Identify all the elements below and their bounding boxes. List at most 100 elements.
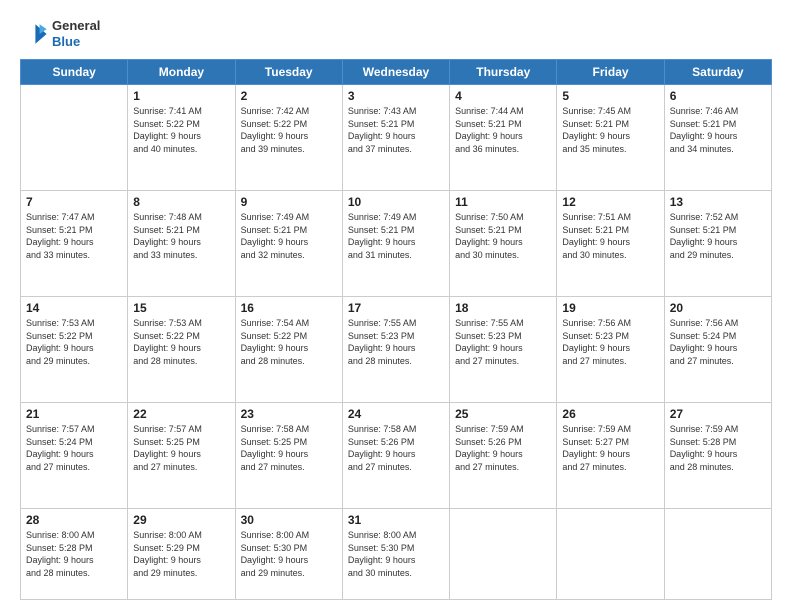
calendar-cell: 25 Sunrise: 7:59 AM Sunset: 5:26 PM Dayli… xyxy=(450,403,557,509)
calendar-week-4: 21 Sunrise: 7:57 AM Sunset: 5:24 PM Dayli… xyxy=(21,403,772,509)
day-info: Sunrise: 8:00 AM Sunset: 5:30 PM Dayligh… xyxy=(241,529,337,579)
day-number: 4 xyxy=(455,89,551,103)
day-info: Sunrise: 7:45 AM Sunset: 5:21 PM Dayligh… xyxy=(562,105,658,155)
calendar-body: 1Sunrise: 7:41 AM Sunset: 5:22 PM Daylig… xyxy=(21,85,772,600)
calendar-cell: 10 Sunrise: 7:49 AM Sunset: 5:21 PM Dayli… xyxy=(342,191,449,297)
calendar-cell: 22 Sunrise: 7:57 AM Sunset: 5:25 PM Dayli… xyxy=(128,403,235,509)
day-info: Sunrise: 7:53 AM Sunset: 5:22 PM Dayligh… xyxy=(26,317,122,367)
day-number: 26 xyxy=(562,407,658,421)
day-info: Sunrise: 7:59 AM Sunset: 5:26 PM Dayligh… xyxy=(455,423,551,473)
calendar-cell: 13 Sunrise: 7:52 AM Sunset: 5:21 PM Dayli… xyxy=(664,191,771,297)
day-number: 13 xyxy=(670,195,766,209)
day-info: Sunrise: 7:59 AM Sunset: 5:28 PM Dayligh… xyxy=(670,423,766,473)
day-info: Sunrise: 7:55 AM Sunset: 5:23 PM Dayligh… xyxy=(348,317,444,367)
calendar-cell: 26 Sunrise: 7:59 AM Sunset: 5:27 PM Dayli… xyxy=(557,403,664,509)
day-number: 17 xyxy=(348,301,444,315)
day-number: 6 xyxy=(670,89,766,103)
day-number: 8 xyxy=(133,195,229,209)
calendar-cell: 2Sunrise: 7:42 AM Sunset: 5:22 PM Daylig… xyxy=(235,85,342,191)
day-number: 25 xyxy=(455,407,551,421)
calendar-cell: 23 Sunrise: 7:58 AM Sunset: 5:25 PM Dayli… xyxy=(235,403,342,509)
day-info: Sunrise: 8:00 AM Sunset: 5:29 PM Dayligh… xyxy=(133,529,229,579)
calendar-cell: 27Sunrise: 7:59 AM Sunset: 5:28 PM Dayli… xyxy=(664,403,771,509)
calendar-cell: 24 Sunrise: 7:58 AM Sunset: 5:26 PM Dayli… xyxy=(342,403,449,509)
day-info: Sunrise: 7:42 AM Sunset: 5:22 PM Dayligh… xyxy=(241,105,337,155)
day-number: 29 xyxy=(133,513,229,527)
day-number: 18 xyxy=(455,301,551,315)
logo-icon xyxy=(20,20,48,48)
calendar-week-5: 28 Sunrise: 8:00 AM Sunset: 5:28 PM Dayli… xyxy=(21,509,772,600)
day-header-tuesday: Tuesday xyxy=(235,60,342,85)
calendar-week-3: 14 Sunrise: 7:53 AM Sunset: 5:22 PM Dayli… xyxy=(21,297,772,403)
day-info: Sunrise: 7:46 AM Sunset: 5:21 PM Dayligh… xyxy=(670,105,766,155)
calendar-cell xyxy=(450,509,557,600)
calendar-cell: 18Sunrise: 7:55 AM Sunset: 5:23 PM Dayli… xyxy=(450,297,557,403)
calendar-cell: 9Sunrise: 7:49 AM Sunset: 5:21 PM Daylig… xyxy=(235,191,342,297)
calendar-cell: 5 Sunrise: 7:45 AM Sunset: 5:21 PM Daylig… xyxy=(557,85,664,191)
logo-text: General Blue xyxy=(52,18,100,49)
calendar-cell: 4 Sunrise: 7:44 AM Sunset: 5:21 PM Daylig… xyxy=(450,85,557,191)
day-number: 16 xyxy=(241,301,337,315)
calendar-cell xyxy=(664,509,771,600)
calendar-cell: 6 Sunrise: 7:46 AM Sunset: 5:21 PM Daylig… xyxy=(664,85,771,191)
day-number: 22 xyxy=(133,407,229,421)
calendar-cell: 15 Sunrise: 7:53 AM Sunset: 5:22 PM Dayli… xyxy=(128,297,235,403)
calendar-cell: 21 Sunrise: 7:57 AM Sunset: 5:24 PM Dayli… xyxy=(21,403,128,509)
day-info: Sunrise: 7:51 AM Sunset: 5:21 PM Dayligh… xyxy=(562,211,658,261)
day-info: Sunrise: 7:52 AM Sunset: 5:21 PM Dayligh… xyxy=(670,211,766,261)
day-info: Sunrise: 7:47 AM Sunset: 5:21 PM Dayligh… xyxy=(26,211,122,261)
calendar-cell: 11Sunrise: 7:50 AM Sunset: 5:21 PM Dayli… xyxy=(450,191,557,297)
day-info: Sunrise: 7:54 AM Sunset: 5:22 PM Dayligh… xyxy=(241,317,337,367)
calendar-cell: 29 Sunrise: 8:00 AM Sunset: 5:29 PM Dayli… xyxy=(128,509,235,600)
day-info: Sunrise: 7:50 AM Sunset: 5:21 PM Dayligh… xyxy=(455,211,551,261)
day-number: 1 xyxy=(133,89,229,103)
day-number: 10 xyxy=(348,195,444,209)
day-info: Sunrise: 7:48 AM Sunset: 5:21 PM Dayligh… xyxy=(133,211,229,261)
day-info: Sunrise: 7:59 AM Sunset: 5:27 PM Dayligh… xyxy=(562,423,658,473)
day-info: Sunrise: 7:49 AM Sunset: 5:21 PM Dayligh… xyxy=(348,211,444,261)
calendar-cell xyxy=(557,509,664,600)
day-info: Sunrise: 7:56 AM Sunset: 5:24 PM Dayligh… xyxy=(670,317,766,367)
day-info: Sunrise: 8:00 AM Sunset: 5:30 PM Dayligh… xyxy=(348,529,444,579)
day-number: 24 xyxy=(348,407,444,421)
day-info: Sunrise: 7:43 AM Sunset: 5:21 PM Dayligh… xyxy=(348,105,444,155)
calendar-cell: 8 Sunrise: 7:48 AM Sunset: 5:21 PM Daylig… xyxy=(128,191,235,297)
day-number: 31 xyxy=(348,513,444,527)
calendar-cell: 1Sunrise: 7:41 AM Sunset: 5:22 PM Daylig… xyxy=(128,85,235,191)
day-number: 21 xyxy=(26,407,122,421)
calendar-cell: 14 Sunrise: 7:53 AM Sunset: 5:22 PM Dayli… xyxy=(21,297,128,403)
day-info: Sunrise: 8:00 AM Sunset: 5:28 PM Dayligh… xyxy=(26,529,122,579)
day-number: 30 xyxy=(241,513,337,527)
logo: General Blue xyxy=(20,18,100,49)
page: General Blue SundayMondayTuesdayWednesda… xyxy=(0,0,792,612)
day-number: 15 xyxy=(133,301,229,315)
day-info: Sunrise: 7:44 AM Sunset: 5:21 PM Dayligh… xyxy=(455,105,551,155)
day-info: Sunrise: 7:57 AM Sunset: 5:25 PM Dayligh… xyxy=(133,423,229,473)
day-number: 28 xyxy=(26,513,122,527)
day-info: Sunrise: 7:56 AM Sunset: 5:23 PM Dayligh… xyxy=(562,317,658,367)
calendar-cell xyxy=(21,85,128,191)
day-header-monday: Monday xyxy=(128,60,235,85)
day-number: 5 xyxy=(562,89,658,103)
calendar-cell: 20Sunrise: 7:56 AM Sunset: 5:24 PM Dayli… xyxy=(664,297,771,403)
day-info: Sunrise: 7:58 AM Sunset: 5:25 PM Dayligh… xyxy=(241,423,337,473)
calendar-cell: 17 Sunrise: 7:55 AM Sunset: 5:23 PM Dayli… xyxy=(342,297,449,403)
calendar-cell: 16 Sunrise: 7:54 AM Sunset: 5:22 PM Dayli… xyxy=(235,297,342,403)
day-header-saturday: Saturday xyxy=(664,60,771,85)
day-number: 12 xyxy=(562,195,658,209)
day-header-thursday: Thursday xyxy=(450,60,557,85)
calendar-cell: 28 Sunrise: 8:00 AM Sunset: 5:28 PM Dayli… xyxy=(21,509,128,600)
day-number: 3 xyxy=(348,89,444,103)
day-number: 23 xyxy=(241,407,337,421)
calendar-cell: 30 Sunrise: 8:00 AM Sunset: 5:30 PM Dayli… xyxy=(235,509,342,600)
calendar-cell: 31 Sunrise: 8:00 AM Sunset: 5:30 PM Dayli… xyxy=(342,509,449,600)
calendar-week-1: 1Sunrise: 7:41 AM Sunset: 5:22 PM Daylig… xyxy=(21,85,772,191)
day-info: Sunrise: 7:57 AM Sunset: 5:24 PM Dayligh… xyxy=(26,423,122,473)
day-number: 14 xyxy=(26,301,122,315)
day-info: Sunrise: 7:49 AM Sunset: 5:21 PM Dayligh… xyxy=(241,211,337,261)
day-info: Sunrise: 7:53 AM Sunset: 5:22 PM Dayligh… xyxy=(133,317,229,367)
day-info: Sunrise: 7:58 AM Sunset: 5:26 PM Dayligh… xyxy=(348,423,444,473)
calendar-week-2: 7Sunrise: 7:47 AM Sunset: 5:21 PM Daylig… xyxy=(21,191,772,297)
day-header-friday: Friday xyxy=(557,60,664,85)
calendar-cell: 19Sunrise: 7:56 AM Sunset: 5:23 PM Dayli… xyxy=(557,297,664,403)
